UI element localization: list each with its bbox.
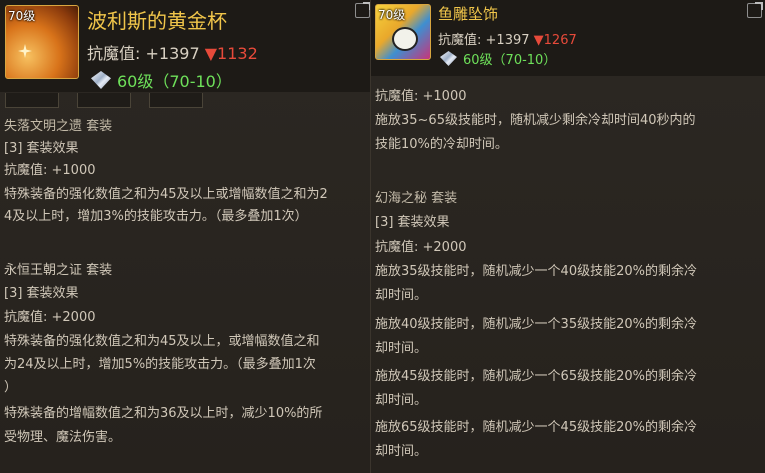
level-requirement-text: 60级（70-10） xyxy=(463,53,557,68)
diamond-icon xyxy=(440,51,457,66)
left-tooltip-header: 70级 波利斯的黄金杯 抗魔值: +1397 ▼1132 60级（70-10） xyxy=(0,0,370,92)
set-effect-line: 却时间。 xyxy=(375,341,428,356)
item-name: 波利斯的黄金杯 xyxy=(87,9,227,33)
item-stat-line: 抗魔值: +1000 xyxy=(375,89,467,104)
set-stat: 抗魔值: +2000 xyxy=(4,310,96,325)
set-title: 永恒王朝之证 套装 xyxy=(4,263,113,278)
set-effect-line: 施放45级技能时，随机减少一个65级技能20%的剩余冷 xyxy=(375,369,697,384)
set-effect-line: 施放65级技能时，随机减少一个45级技能20%的剩余冷 xyxy=(375,420,697,435)
item-level-label: 70级 xyxy=(8,9,36,23)
set-bonus-header: [3] 套装效果 xyxy=(375,215,450,230)
left-item-tooltip: 70级 波利斯的黄金杯 抗魔值: +1397 ▼1132 60级（70-10） … xyxy=(0,0,371,473)
item-effect-line: 施放35~65级技能时，随机减少剩余冷却时间40秒内的 xyxy=(375,113,696,128)
equipment-slot[interactable] xyxy=(5,93,59,108)
set-effect-line: 施放40级技能时，随机减少一个35级技能20%的剩余冷 xyxy=(375,317,697,332)
set-effect-line: 却时间。 xyxy=(375,393,428,408)
level-requirement: 60级（70-10） xyxy=(440,49,556,68)
link-out-icon[interactable] xyxy=(355,2,370,18)
set-bonus-header: [3] 套装效果 xyxy=(4,141,79,156)
right-item-tooltip: 70级 鱼雕坠饰 抗魔值: +1397 ▼1267 60级（70-10） 抗魔值… xyxy=(371,0,765,473)
item-level-label: 70级 xyxy=(378,8,406,22)
set-stat: 抗魔值: +2000 xyxy=(375,240,467,255)
stat-value: +1397 xyxy=(485,33,530,48)
link-out-icon[interactable] xyxy=(747,2,763,18)
item-stat: 抗魔值: +1397 ▼1132 xyxy=(87,40,258,64)
golden-cup-item-icon[interactable]: 70级 xyxy=(5,5,79,79)
set-effect-line: 为24及以上时，增加5%的技能攻击力。（最多叠加1次 xyxy=(4,357,316,372)
set-effect-line: ） xyxy=(4,380,18,395)
set-effect-line: 特殊装备的强化数值之和为45及以上或增幅数值之和为2 xyxy=(4,187,328,202)
equipment-slot[interactable] xyxy=(149,93,203,108)
stat-value: +1397 xyxy=(145,44,200,63)
set-effect-line: 却时间。 xyxy=(375,288,428,303)
set-title: 幻海之秘 套装 xyxy=(375,191,458,206)
diamond-icon xyxy=(91,71,111,89)
level-requirement: 60级（70-10） xyxy=(91,68,232,92)
equipment-slot[interactable] xyxy=(77,93,131,108)
set-effect-line: 受物理、魔法伤害。 xyxy=(4,430,122,445)
fish-pendant-item-icon[interactable]: 70级 xyxy=(375,4,431,60)
stat-label: 抗魔值: xyxy=(87,44,141,63)
item-effect-line: 技能10%的冷却时间。 xyxy=(375,137,508,152)
set-effect-line: 特殊装备的强化数值之和为45及以上，或增幅数值之和 xyxy=(4,334,320,349)
set-effect-line: 4及以上时，增加3%的技能攻击力。（最多叠加1次） xyxy=(4,209,308,224)
set-bonus-header: [3] 套装效果 xyxy=(4,286,79,301)
stat-change: ▼1267 xyxy=(533,33,577,48)
set-stat: 抗魔值: +1000 xyxy=(4,163,96,178)
sparkle-icon xyxy=(18,44,32,58)
set-title: 失落文明之遗 套装 xyxy=(4,119,113,134)
item-name: 鱼雕坠饰 xyxy=(438,5,499,23)
item-stat: 抗魔值: +1397 ▼1267 xyxy=(438,29,577,48)
set-effect-line: 却时间。 xyxy=(375,444,428,459)
set-effect-line: 施放35级技能时，随机减少一个40级技能20%的剩余冷 xyxy=(375,264,697,279)
stat-label: 抗魔值: xyxy=(438,33,482,48)
right-tooltip-header: 70级 鱼雕坠饰 抗魔值: +1397 ▼1267 60级（70-10） xyxy=(371,0,765,76)
stat-change: ▼1132 xyxy=(204,44,258,63)
level-requirement-text: 60级（70-10） xyxy=(117,72,232,91)
pendant-icon xyxy=(392,27,418,51)
set-effect-line: 特殊装备的增幅数值之和为36及以上时，减少10%的所 xyxy=(4,406,323,421)
